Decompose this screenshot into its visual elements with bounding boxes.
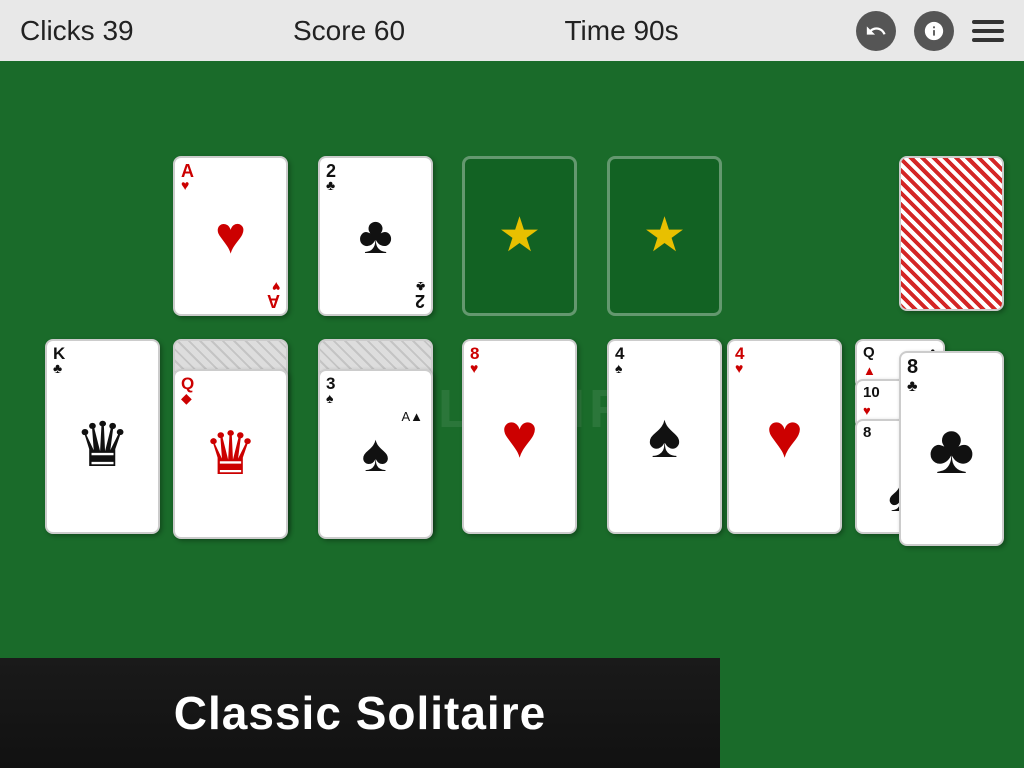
card-center: ♥	[215, 210, 246, 262]
menu-button[interactable]	[972, 20, 1004, 42]
card-rank: 8	[907, 357, 918, 377]
card-rank: 10	[863, 385, 880, 400]
card-suit-small: ♣	[53, 361, 62, 375]
tableau-2-queen[interactable]: Q ◆ ♛	[173, 369, 288, 539]
card-center: ♣	[358, 210, 392, 262]
info-button[interactable]	[914, 11, 954, 51]
waste-card[interactable]: 8 ♣ ♣	[899, 351, 1004, 546]
time-stat: Time 90s	[564, 15, 678, 47]
score-stat: Score 60	[293, 15, 405, 47]
foundation-1-card[interactable]: A ♥ ♥ A ♥	[173, 156, 288, 316]
card-suit-small: ♠	[326, 391, 333, 405]
card-suit-small: ◆	[181, 391, 192, 405]
foundation-3-slot[interactable]: ★	[462, 156, 577, 316]
card-center: ♠	[648, 406, 681, 468]
card-suit-small: ♣	[907, 379, 918, 395]
game-title-banner: Classic Solitaire	[0, 658, 720, 768]
card-center: ♥	[766, 406, 803, 468]
game-title: Classic Solitaire	[174, 686, 546, 740]
card-suit-small: ♥	[181, 178, 189, 192]
clicks-stat: Clicks 39	[20, 15, 134, 47]
card-rank: Q	[863, 345, 875, 360]
card-suit-2: ▲	[863, 363, 876, 378]
card-center: ♛	[204, 424, 258, 484]
foundation-star-4: ★	[643, 212, 686, 260]
undo-button[interactable]	[856, 11, 896, 51]
card-suit-small-br: ♥	[272, 280, 280, 294]
card-suit-small: ♣	[326, 178, 335, 192]
tableau-5-card[interactable]: 4 ♠ ♠	[607, 339, 722, 534]
tableau-4-card[interactable]: 8 ♥ ♥	[462, 339, 577, 534]
tableau-1-card[interactable]: K ♣ ♛	[45, 339, 160, 534]
card-suit-2: ♥	[863, 403, 871, 418]
card-suit-small-br: ♣	[416, 280, 425, 294]
card-rank-side: A▲	[401, 409, 423, 424]
tableau-3-card[interactable]: 3 ♠ A▲ ♠	[318, 369, 433, 539]
card-center-king: ♛	[75, 415, 131, 477]
game-table: SOLITAIRE A ♥ ♥ A ♥ 2 ♣ ♣ 2 ♣ ★ ★ K ♣ ♛ …	[0, 61, 1024, 768]
foundation-star-3: ★	[498, 212, 541, 260]
card-center: ♠	[362, 428, 390, 480]
card-center: ♥	[501, 406, 538, 468]
card-rank: 8	[863, 425, 871, 440]
card-suit-small: ♥	[470, 361, 478, 375]
foundation-4-slot[interactable]: ★	[607, 156, 722, 316]
stock-pile[interactable]	[899, 156, 1004, 311]
topbar: Clicks 39 Score 60 Time 90s	[0, 0, 1024, 61]
card-suit-small: ♠	[615, 361, 622, 375]
card-suit-small: ♥	[735, 361, 743, 375]
tableau-6-card[interactable]: 4 ♥ ♥	[727, 339, 842, 534]
card-back-pattern	[901, 158, 1002, 309]
foundation-2-card[interactable]: 2 ♣ ♣ 2 ♣	[318, 156, 433, 316]
card-center-clubs: ♣	[929, 409, 975, 489]
